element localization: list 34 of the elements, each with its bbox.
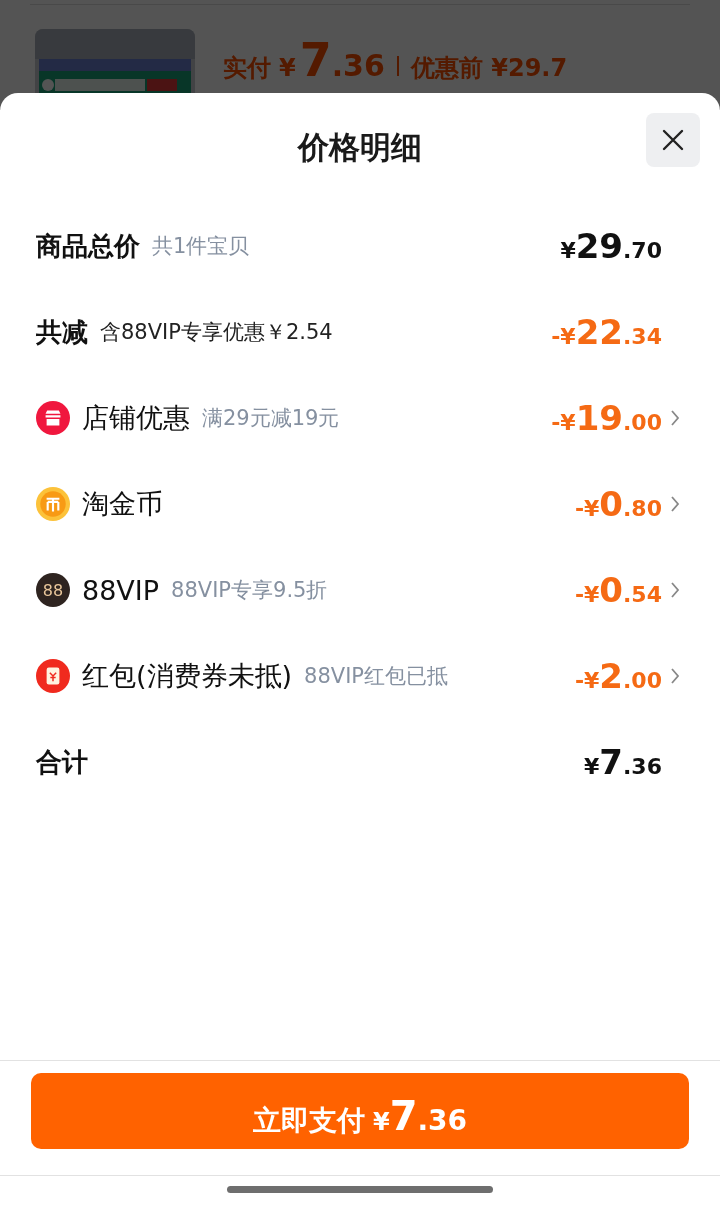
- sheet-title: 价格明细: [298, 128, 422, 167]
- row-label: 合计: [36, 745, 88, 779]
- row-amount: -¥0.80: [574, 484, 662, 524]
- chevron-right-icon[interactable]: [670, 409, 680, 427]
- shop-icon: [36, 401, 70, 435]
- row-amount: ¥7.36: [584, 742, 662, 782]
- original-price: 优惠前 ¥29.7: [410, 53, 568, 84]
- row-label: 88VIP: [82, 574, 160, 606]
- coin-icon: [36, 487, 70, 521]
- close-button[interactable]: [646, 113, 700, 167]
- chevron-right-icon[interactable]: [670, 495, 680, 513]
- vip-icon: 88: [36, 573, 70, 607]
- row-amount: -¥22.34: [551, 312, 662, 352]
- row-label: 淘金币: [82, 487, 163, 521]
- row-label: 商品总价: [36, 229, 140, 263]
- chevron-right-icon[interactable]: [670, 581, 680, 599]
- row-amount: ¥29.70: [560, 226, 662, 266]
- chevron-right-icon[interactable]: [670, 667, 680, 685]
- row-label: 共减: [36, 315, 88, 349]
- pay-now-button[interactable]: 立即支付 ¥7.36: [31, 1073, 689, 1149]
- row-note: 88VIP红包已抵: [304, 663, 449, 690]
- row-note: 共1件宝贝: [152, 233, 250, 260]
- row-note: 满29元减19元: [202, 405, 340, 432]
- paid-price: ¥7.36: [279, 33, 385, 87]
- row-note: 88VIP专享9.5折: [171, 577, 328, 604]
- row-note: 含88VIP专享优惠￥2.54: [100, 319, 333, 346]
- envelope-icon: [36, 659, 70, 693]
- row-amount: -¥0.54: [574, 570, 662, 610]
- row-label: 店铺优惠: [82, 401, 190, 435]
- paid-label: 实付: [223, 53, 271, 84]
- row-label: 红包(消费券未抵): [82, 659, 293, 693]
- row-amount: -¥2.00: [574, 656, 662, 696]
- row-amount: -¥19.00: [551, 398, 662, 438]
- close-icon: [661, 128, 685, 152]
